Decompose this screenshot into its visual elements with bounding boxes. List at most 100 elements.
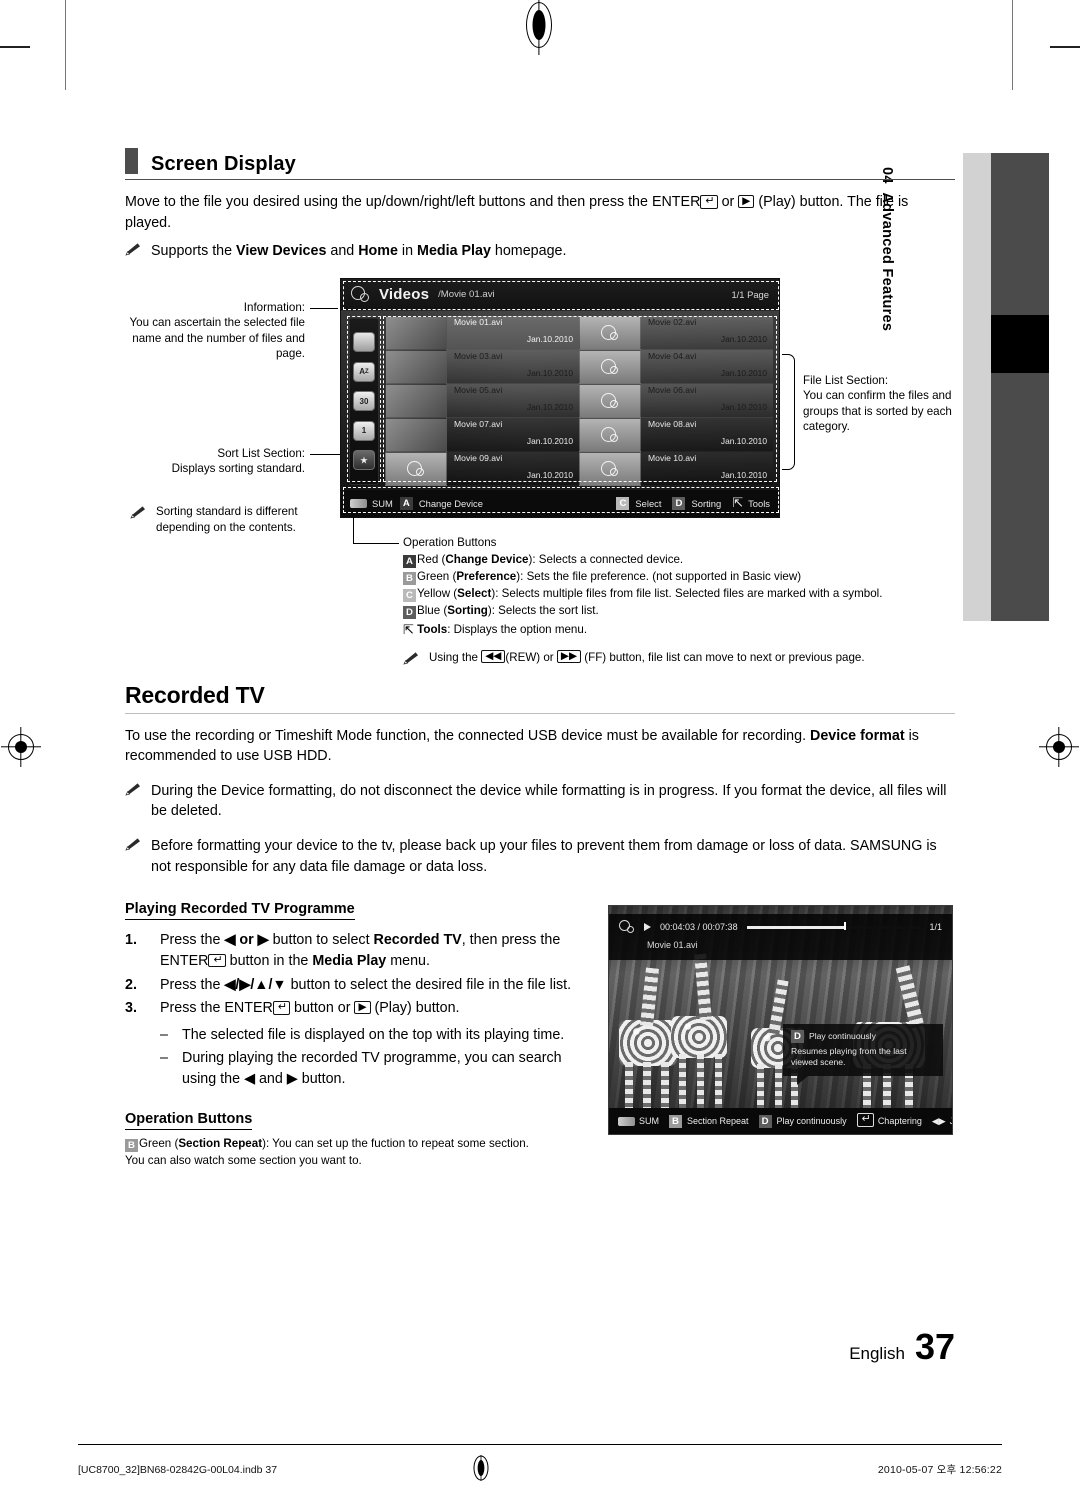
playback-time: 00:04:03 / 00:07:38 (660, 922, 738, 932)
heading-bullet-icon (125, 148, 138, 174)
star-icon[interactable]: ★ (353, 450, 375, 471)
pencil-icon (125, 241, 143, 262)
jump-group[interactable]: ◀▶ Jump (931, 1115, 952, 1127)
change-device-label: Change Device (418, 497, 483, 509)
sort-list-section[interactable]: AZ 30 1 ★ (349, 317, 379, 485)
step-2: 2. Press the ◀/▶/▲/▼ button to select th… (125, 975, 595, 996)
file-list-item[interactable]: Movie 01.avi Jan.10.2010 (385, 315, 579, 350)
operation-row-bold: Preference (456, 570, 517, 584)
pencil-icon-2 (130, 504, 148, 537)
key-b-icon: B (403, 572, 416, 586)
file-list-item[interactable]: Movie 04.avi Jan.10.2010 (579, 349, 773, 384)
dash-note-1-text: The selected file is displayed on the to… (182, 1027, 565, 1044)
play-key-icon: ▶ (738, 195, 755, 209)
a-z-icon[interactable]: AZ (353, 361, 375, 382)
callout-sort-list: Sort List Section: Displays sorting stan… (125, 446, 305, 477)
left-right-arrows-icon: ◀▶ (931, 1115, 946, 1126)
file-name: Movie 09.avi (454, 452, 503, 463)
video-thumbnail (385, 349, 447, 384)
step-3-text: Press the ENTER ↵ button or ▶ (Play) butt… (160, 998, 460, 1019)
operation-button-row: C Yellow (Select): Selects multiple files… (403, 585, 948, 603)
sorting-group[interactable]: D Sorting (672, 496, 721, 510)
chapter-index-block (991, 315, 1049, 373)
file-date: Jan.10.2010 (526, 435, 573, 446)
tooltip-tail (797, 1076, 808, 1085)
tools-group[interactable]: ⇱ Tools (732, 495, 770, 511)
footer-rule (78, 1444, 1002, 1445)
s1d: button in the (225, 952, 313, 969)
file-name: Movie 08.avi (648, 418, 697, 429)
enter-key-icon-2: ↵ (208, 953, 226, 968)
fast-forward-key-icon: ▶▶ (556, 649, 582, 663)
section-repeat-group[interactable]: B Section Repeat (669, 1114, 749, 1128)
operation-button-row: D Blue (Sorting): Selects the sort list. (403, 602, 948, 620)
file-list-item-info: Movie 10.avi Jan.10.2010 (641, 451, 773, 486)
film-reel-thumbnail-icon (579, 315, 641, 350)
bracket-filelist (782, 353, 795, 470)
note-c: and (326, 243, 359, 260)
file-list-item[interactable]: Movie 03.avi Jan.10.2010 (385, 349, 579, 384)
recorded-tv-note-2-text: Before formatting your device to the tv,… (151, 838, 937, 875)
sum-label: SUM (372, 497, 393, 509)
file-list-item[interactable]: Movie 07.avi Jan.10.2010 (385, 417, 579, 452)
file-list-item[interactable]: Movie 05.avi Jan.10.2010 (385, 383, 579, 418)
operation-buttons-title: Operation Buttons (403, 535, 497, 549)
file-name: Movie 10.avi (648, 452, 697, 463)
callout-filelist-title: File List Section: (803, 373, 889, 387)
dash-note-2: – During playing the recorded TV programm… (160, 1048, 595, 1089)
registration-mark-right (1039, 734, 1079, 760)
note-d: Home (358, 243, 398, 260)
film-reel-thumbnail-icon (579, 383, 641, 418)
calendar-1-icon[interactable]: 1 (353, 420, 375, 441)
chaptering-group[interactable]: ↵ Chaptering (856, 1113, 922, 1128)
note-a: Supports the (151, 243, 237, 260)
intro-text-b: or (717, 194, 739, 210)
file-list-item-info: Movie 06.avi Jan.10.2010 (641, 383, 773, 418)
s1e: menu. (386, 952, 430, 969)
sum-chip-icon-2 (618, 1116, 635, 1126)
calendar-30-icon[interactable]: 30 (353, 391, 375, 412)
file-list-item[interactable]: Movie 09.avi Jan.10.2010 (385, 451, 579, 486)
note-rew-b: (REW) or (505, 650, 557, 664)
s2-arrows: ◀/▶/▲/▼ (224, 976, 287, 993)
print-registration-mark (471, 1455, 491, 1484)
key-a-icon: A (403, 554, 416, 568)
file-list-item[interactable]: Movie 08.avi Jan.10.2010 (579, 417, 773, 452)
intro-text-a: Move to the file you desired using the u… (125, 194, 652, 210)
file-date: Jan.10.2010 (526, 401, 573, 412)
play-continuously-label: Play continuously (776, 1116, 847, 1126)
tooltip-title: Play continuously (809, 1030, 876, 1041)
key-d-icon-2: D (758, 1114, 772, 1128)
play-icon (644, 923, 651, 931)
enter-key-icon-4: ↵ (856, 1113, 874, 1127)
change-device-group[interactable]: A Change Device (399, 496, 483, 510)
folder-icon[interactable] (353, 332, 375, 353)
rewind-key-icon: ◀◀ (481, 649, 506, 663)
select-group[interactable]: C Select (616, 496, 661, 510)
steps-column: 1. Press the ◀ or ▶ button to select Rec… (125, 930, 595, 1170)
tooltip-body: Resumes playing from the last viewed sce… (791, 1045, 907, 1068)
operation-row-bold: Select (457, 587, 492, 601)
file-list-section: Movie 01.avi Jan.10.2010 Movie 02.avi Jan.1… (385, 315, 773, 486)
seek-bar[interactable] (746, 921, 921, 930)
operation-tools-row: ⇱ Tools: Displays the option menu. (403, 620, 948, 639)
key-c-icon: C (403, 589, 416, 603)
leader-line-information (310, 307, 338, 309)
enter-key-icon: ↵ (700, 195, 718, 209)
recorded-tv-note-2: Before formatting your device to the tv,… (125, 836, 955, 877)
file-date: Jan.10.2010 (526, 367, 573, 378)
key-c-icon: C (616, 496, 630, 510)
file-list-item[interactable]: Movie 02.avi Jan.10.2010 (579, 315, 773, 350)
file-list-item[interactable]: Movie 10.avi Jan.10.2010 (579, 451, 773, 486)
file-list-item[interactable]: Movie 06.avi Jan.10.2010 (579, 383, 773, 418)
callout-file-list: File List Section: You can confirm the f… (803, 373, 978, 435)
pencil-icon-5 (125, 836, 143, 877)
playback-filename: Movie 01.avi (647, 940, 698, 950)
tv-title: Videos (379, 285, 430, 303)
play-continuously-group[interactable]: D Play continuously (758, 1114, 847, 1128)
op2-bold: Section Repeat (178, 1137, 263, 1151)
tv-path: /Movie 01.avi (438, 288, 495, 300)
screen-display-heading-text: Screen Display (151, 153, 296, 175)
steps-list: 1. Press the ◀ or ▶ button to select Rec… (125, 930, 595, 1019)
giraffe-2 (667, 952, 737, 1112)
